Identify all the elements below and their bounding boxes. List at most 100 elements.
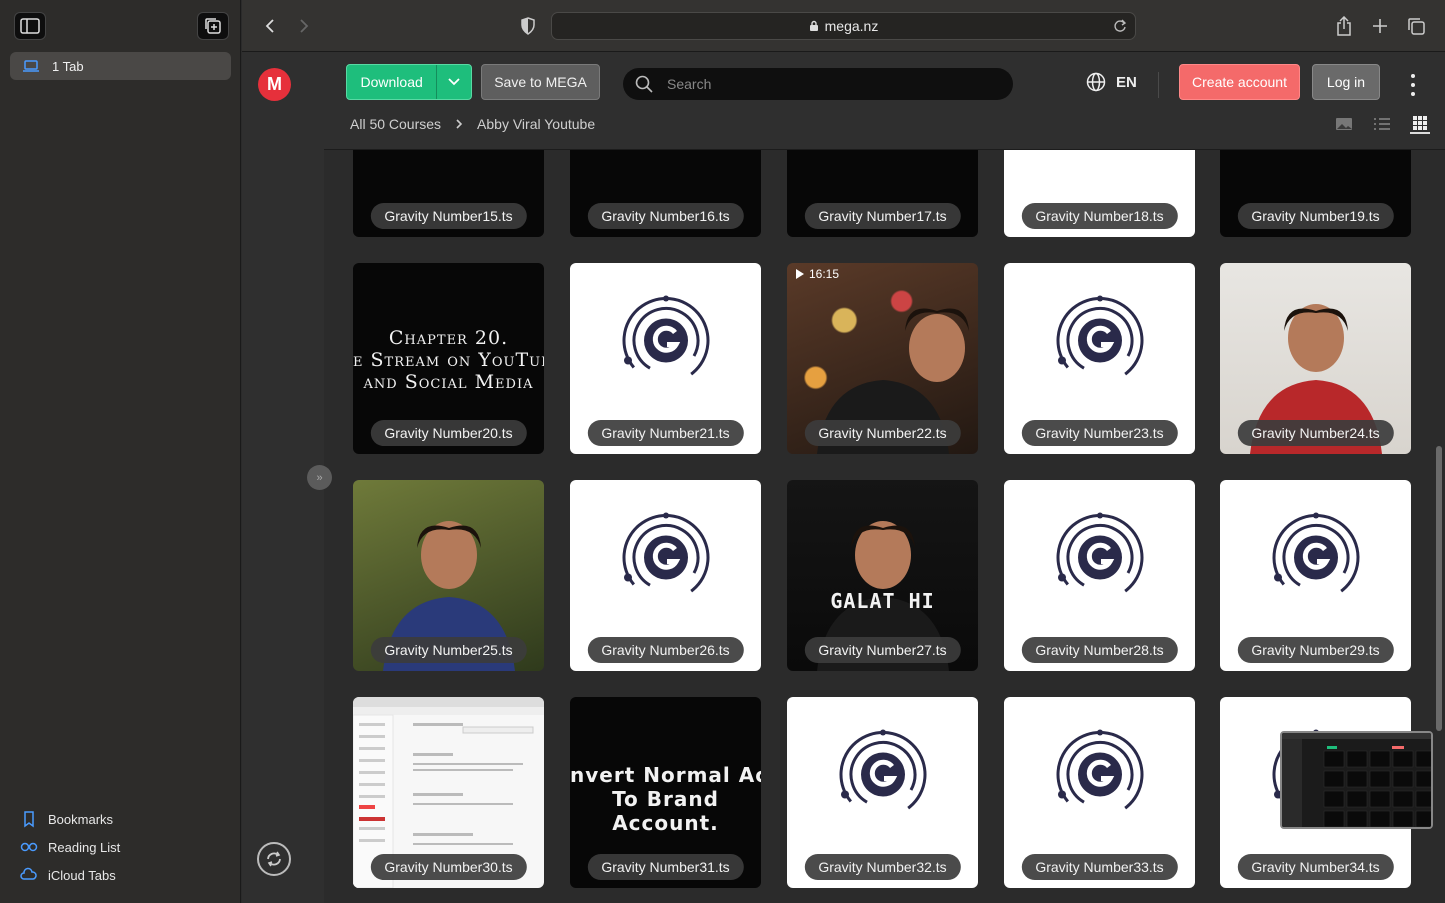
download-label: Download [360,74,423,90]
grid-icon [1413,116,1427,130]
file-tile[interactable]: Gravity Number23.ts [1004,263,1195,454]
file-name-label: Gravity Number15.ts [370,203,527,229]
file-tile[interactable]: Gravity Number15.ts [353,150,544,237]
tabs-icon [1408,18,1425,35]
sidebar-toggle-button[interactable] [14,12,46,40]
download-button[interactable]: Download [346,64,472,100]
download-options-button[interactable] [436,65,471,99]
shield-icon [521,17,535,35]
file-name-label: Gravity Number30.ts [370,854,527,880]
scroll-thumb[interactable] [1436,446,1442,731]
file-tile[interactable]: Gravity Number16.ts [570,150,761,237]
file-tile[interactable]: Chapter 20. e Stream on YouTube and Social… [353,263,544,454]
search-input[interactable] [667,76,967,92]
file-name-label: Gravity Number25.ts [370,637,527,663]
file-name-label: Gravity Number22.ts [804,420,961,446]
login-button[interactable]: Log in [1312,64,1380,100]
icloud-tabs-label: iCloud Tabs [48,867,116,883]
file-tile[interactable]: GALAT HI Gravity Number27.ts [787,480,978,671]
file-name-label: Gravity Number16.ts [587,203,744,229]
chevron-left-icon [265,19,274,33]
slide-line-2: To Brand Account. [612,787,719,835]
picture-in-picture-window[interactable] [1280,731,1433,829]
file-name-label: Gravity Number17.ts [804,203,961,229]
file-tile[interactable]: Gravity Number18.ts [1004,150,1195,237]
view-switcher [1334,114,1430,134]
sidebar-tab-item[interactable]: 1 Tab [10,52,231,80]
sync-icon[interactable] [257,842,291,876]
list-view-button[interactable] [1372,114,1392,134]
privacy-report-button[interactable] [516,14,540,38]
sidebar-icon [20,18,40,34]
file-tile[interactable]: Gravity Number29.ts [1220,480,1411,671]
plus-icon [1373,19,1387,33]
grid-scrollbar[interactable] [1434,150,1445,903]
browser-toolbar: mega.nz [242,0,1445,52]
chevron-down-icon [448,78,460,86]
file-tile[interactable]: Gravity Number33.ts [1004,697,1195,888]
file-tile[interactable]: Gravity Number25.ts [353,480,544,671]
grid-view-button[interactable] [1410,114,1430,134]
thumbnail-view-button[interactable] [1334,114,1354,134]
mega-header: Download Save to MEGA EN Create account … [324,52,1445,150]
lock-icon [809,20,818,31]
file-tile[interactable]: Gravity Number28.ts [1004,480,1195,671]
file-tile[interactable]: Gravity Number30.ts [353,697,544,888]
breadcrumb-current[interactable]: Abby Viral Youtube [477,116,595,132]
chevron-right-icon [300,19,309,33]
chevron-right-icon [456,119,463,129]
file-tile[interactable]: Gravity Number26.ts [570,480,761,671]
reload-icon[interactable] [1113,19,1127,33]
reading-list-icon [20,842,38,852]
slide-line-3: and Social Media [363,371,534,393]
url-text: mega.nz [824,18,879,34]
address-bar[interactable]: mega.nz [551,12,1136,40]
sidebar-icloud-tabs[interactable]: iCloud Tabs [20,861,120,889]
file-tile[interactable]: nvert Normal AccouTo Brand Account. Gravi… [570,697,761,888]
file-tile[interactable]: Gravity Number24.ts [1220,263,1411,454]
file-name-label: Gravity Number27.ts [804,637,961,663]
double-chevron-icon: » [316,471,323,484]
gravity-logo-icon [1272,512,1359,602]
breadcrumb: All 50 Courses Abby Viral Youtube [350,116,595,132]
mega-logo[interactable]: M [258,68,291,101]
slide-title: Chapter 20. [388,327,509,349]
image-icon [1336,118,1352,130]
file-tile[interactable]: Gravity Number32.ts [787,697,978,888]
gravity-logo-icon [839,729,926,819]
laptop-icon [23,60,39,72]
new-tab-group-button[interactable] [197,12,229,40]
file-name-label: Gravity Number18.ts [1021,203,1178,229]
more-menu-button[interactable] [1405,74,1421,96]
sidebar-reading-list[interactable]: Reading List [20,833,120,861]
sidebar-bookmarks[interactable]: Bookmarks [20,805,120,833]
save-to-mega-button[interactable]: Save to MEGA [481,64,600,100]
search-box[interactable] [623,68,1013,100]
new-tab-button[interactable] [1368,14,1392,38]
file-name-label: Gravity Number23.ts [1021,420,1178,446]
language-selector[interactable]: EN [1086,72,1137,92]
forward-button[interactable] [292,14,316,38]
gravity-logo-icon [622,295,709,385]
file-name-label: Gravity Number31.ts [587,854,744,880]
expand-sidebar-button[interactable]: » [307,465,332,490]
gravity-logo-icon [1056,512,1143,602]
slide-title: nvert Normal Accou [570,763,761,787]
breadcrumb-root[interactable]: All 50 Courses [350,116,441,132]
back-button[interactable] [258,14,282,38]
file-tile[interactable]: Gravity Number21.ts [570,263,761,454]
file-tile[interactable]: 16:15 Gravity Number22.ts [787,263,978,454]
file-tile[interactable]: Make CommunitGravity Number19.ts [1220,150,1411,237]
file-name-label: Gravity Number19.ts [1237,203,1394,229]
create-account-button[interactable]: Create account [1179,64,1300,100]
gravity-logo-icon [622,512,709,602]
file-name-label: Gravity Number28.ts [1021,637,1178,663]
tab-overview-button[interactable] [1404,14,1428,38]
file-name-label: Gravity Number21.ts [587,420,744,446]
file-tile[interactable]: Competition AnaGravity Number17.ts [787,150,978,237]
video-duration: 16:15 [795,267,839,281]
share-button[interactable] [1332,14,1356,38]
language-label: EN [1116,73,1137,91]
share-icon [1337,16,1351,36]
gravity-logo-icon [1056,729,1143,819]
